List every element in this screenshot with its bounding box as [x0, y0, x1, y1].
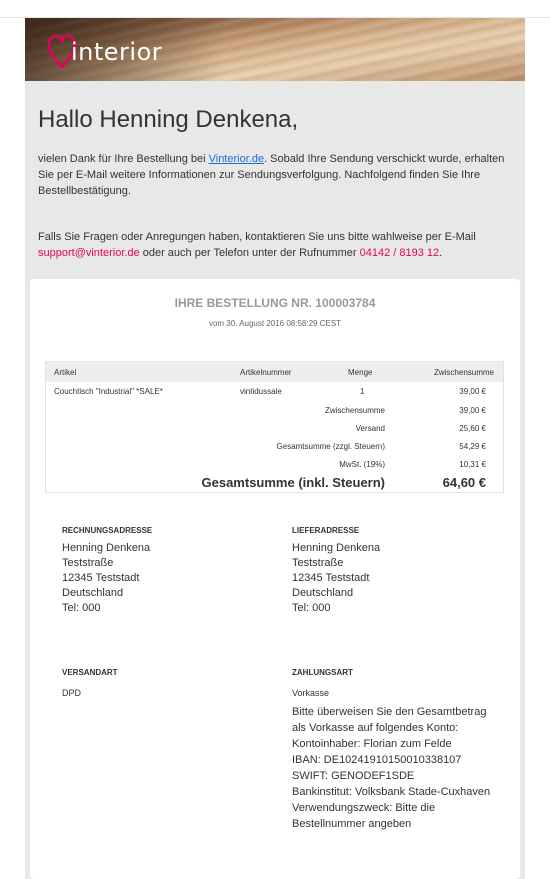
payment-reference: Verwendungszweck: Bitte die Bestellnumme… — [292, 802, 436, 830]
col-qty: Menge — [348, 368, 373, 377]
grand-total-row: Gesamtsumme (inkl. Steuern) 64,60 € — [46, 474, 503, 494]
col-sku: Artikelnummer — [240, 368, 292, 377]
billing-name: Henning Denkena — [62, 542, 151, 554]
subtotal-row: Zwischensumme 39,00 € — [46, 402, 503, 420]
table-row: Couchtisch "Industrial" *SALE* vintiduss… — [46, 382, 503, 402]
order-title: IHRE BESTELLUNG NR. 100003784 — [174, 296, 376, 310]
billing-country: Deutschland — [62, 587, 124, 599]
grand-total-value: 64,60 € — [442, 475, 486, 490]
contact-part1: Falls Sie Fragen oder Anregungen haben, … — [38, 231, 476, 243]
payment-swift: SWIFT: GENODEF1SDE — [292, 770, 415, 782]
payment-instructions: Bitte überweisen Sie den Gesamtbetrag al… — [292, 706, 487, 734]
contact-text: Falls Sie Fragen oder Anregungen haben, … — [38, 229, 514, 261]
billing-heading: RECHNUNGSADRESSE — [62, 526, 153, 535]
logo-text: interior — [71, 38, 163, 66]
shop-link[interactable]: Vinterior.de — [209, 153, 264, 165]
grand-total-label: Gesamtsumme (inkl. Steuern) — [201, 475, 386, 490]
subtotal-value: 39,00 € — [459, 406, 486, 415]
payment-iban: IBAN: DE10241910150010338107 — [292, 754, 462, 766]
item-qty: 1 — [360, 387, 365, 396]
vinterior-logo[interactable]: interior — [47, 32, 162, 72]
shipping-method-value: DPD — [62, 688, 82, 698]
shipping-label: Versand — [355, 424, 385, 433]
shipping-row: Versand 25,60 € — [46, 420, 503, 438]
shipping-name: Henning Denkena — [292, 542, 381, 554]
contact-part3: . — [439, 247, 443, 259]
tax-value: 10,31 € — [459, 460, 486, 469]
contact-part2: oder auch per Telefon unter der Rufnumme… — [139, 247, 360, 259]
intro-text: vielen Dank für Ihre Bestellung bei Vint… — [38, 151, 514, 199]
net-total-value: 54,29 € — [459, 442, 486, 451]
subtotal-label: Zwischensumme — [324, 406, 385, 415]
shipping-value: 25,60 € — [459, 424, 486, 433]
net-total-label: Gesamtsumme (zzgl. Steuern) — [276, 442, 385, 451]
order-date: vom 30. August 2016 08:58:29 CEST — [208, 319, 342, 328]
col-subtotal: Zwischensumme — [433, 368, 494, 377]
support-phone[interactable]: 04142 / 8193 12 — [360, 247, 440, 259]
intro-part1: vielen Dank für Ihre Bestellung bei — [38, 153, 209, 165]
tax-row: MwSt. (19%) 10,31 € — [46, 456, 503, 474]
billing-tel: Tel: 000 — [62, 602, 101, 614]
order-items-table: Artikel Artikelnummer Menge Zwischensumm… — [45, 361, 504, 493]
payment-heading: ZAHLUNGSART — [292, 668, 353, 677]
billing-address: Henning Denkena Teststraße 12345 Teststa… — [62, 541, 150, 616]
tax-label: MwSt. (19%) — [339, 460, 385, 469]
payment-details: Bitte überweisen Sie den Gesamtbetrag al… — [292, 704, 502, 832]
shipping-street: Teststraße — [292, 557, 344, 569]
net-total-row: Gesamtsumme (zzgl. Steuern) 54,29 € — [46, 438, 503, 456]
shipping-country: Deutschland — [292, 587, 354, 599]
item-name: Couchtisch "Industrial" *SALE* — [54, 387, 163, 396]
shipping-city: 12345 Teststadt — [292, 572, 370, 584]
payment-bank: Bankinstitut: Volksbank Stade-Cuxhaven — [292, 786, 491, 798]
payment-holder: Kontoinhaber: Florian zum Felde — [292, 738, 452, 750]
greeting-heading: Hallo Henning Denkena, — [38, 106, 299, 133]
shipping-address: Henning Denkena Teststraße 12345 Teststa… — [292, 541, 380, 616]
header-banner: interior — [25, 18, 525, 81]
billing-street: Teststraße — [62, 557, 114, 569]
payment-method: Vorkasse — [292, 688, 330, 698]
col-article: Artikel — [54, 368, 77, 377]
shipping-tel: Tel: 000 — [292, 602, 331, 614]
item-subtotal: 39,00 € — [459, 387, 486, 396]
order-card: IHRE BESTELLUNG NR. 100003784 vom 30. Au… — [30, 279, 520, 879]
email-container: interior Hallo Henning Denkena, vielen D… — [25, 18, 525, 879]
support-email-link[interactable]: support@vinterior.de — [38, 247, 140, 259]
shipping-address-heading: LIEFERADRESSE — [292, 526, 360, 535]
billing-city: 12345 Teststadt — [62, 572, 140, 584]
shipping-method-heading: VERSANDART — [62, 668, 118, 677]
table-header: Artikel Artikelnummer Menge Zwischensumm… — [46, 362, 503, 382]
item-sku: vintidussale — [240, 387, 282, 396]
